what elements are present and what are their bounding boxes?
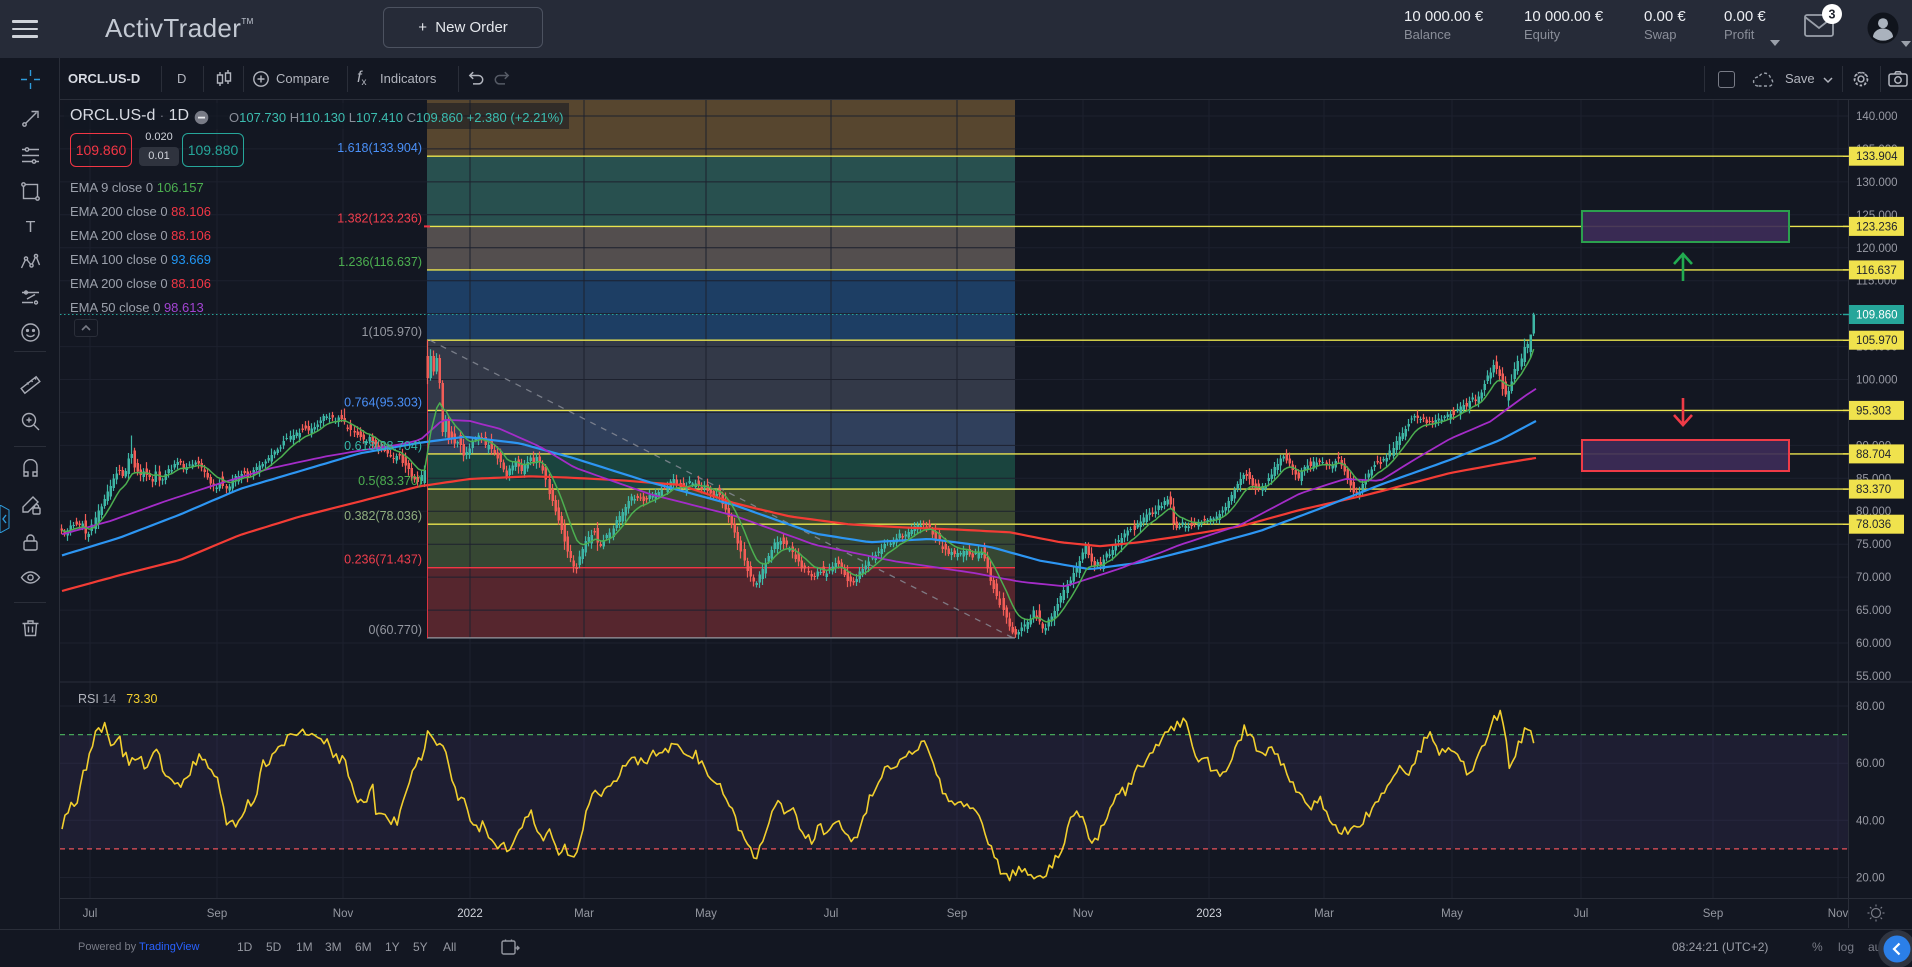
svg-text:60.000: 60.000 [1856,638,1891,650]
svg-text:Jul: Jul [1574,908,1589,920]
svg-text:65.000: 65.000 [1856,605,1891,617]
svg-text:105.970: 105.970 [1856,335,1898,347]
svg-text:1.618(133.904): 1.618(133.904) [337,141,422,155]
svg-text:2022: 2022 [457,908,483,920]
svg-text:20.00: 20.00 [1856,873,1885,885]
svg-text:May: May [695,908,717,920]
svg-text:55.000: 55.000 [1856,671,1891,683]
svg-text:140.000: 140.000 [1856,111,1898,123]
svg-text:95.303: 95.303 [1856,405,1891,417]
svg-text:Nov: Nov [1828,908,1849,920]
svg-text:40.00: 40.00 [1856,815,1885,827]
svg-text:60.00: 60.00 [1856,758,1885,770]
svg-text:Jul: Jul [824,908,839,920]
svg-text:130.000: 130.000 [1856,177,1898,189]
svg-text:3: 3 [1829,8,1836,22]
svg-text:120.000: 120.000 [1856,243,1898,255]
svg-text:78.036: 78.036 [1856,519,1891,531]
svg-text:88.704: 88.704 [1856,449,1892,461]
svg-text:80.00: 80.00 [1856,701,1885,713]
svg-text:Mar: Mar [1314,908,1334,920]
svg-text:May: May [1441,908,1463,920]
svg-text:0.764(95.303): 0.764(95.303) [344,395,422,409]
svg-text:0.5(83.370): 0.5(83.370) [358,474,422,488]
svg-text:Sep: Sep [1703,908,1723,920]
svg-text:1.236(116.637): 1.236(116.637) [338,255,422,269]
svg-text:123.236: 123.236 [1856,221,1898,233]
svg-text:75.000: 75.000 [1856,539,1891,551]
svg-text:0(60.770): 0(60.770) [368,623,422,637]
svg-text:100.000: 100.000 [1856,375,1898,387]
svg-text:Nov: Nov [1073,908,1094,920]
svg-text:T: T [26,219,36,236]
svg-text:Nov: Nov [333,908,354,920]
svg-text:1(105.970): 1(105.970) [362,325,422,339]
svg-text:2023: 2023 [1196,908,1222,920]
svg-text:70.000: 70.000 [1856,572,1891,584]
svg-text:0.382(78.036): 0.382(78.036) [344,509,422,523]
svg-text:Sep: Sep [207,908,227,920]
svg-text:1.382(123.236): 1.382(123.236) [337,211,422,225]
svg-text:Jul: Jul [83,908,98,920]
svg-text:83.370: 83.370 [1856,484,1891,496]
svg-text:0.618(88.704): 0.618(88.704) [344,439,422,453]
svg-text:0.236(71.437): 0.236(71.437) [344,553,422,567]
svg-text:Mar: Mar [574,908,594,920]
svg-text:109.860: 109.860 [1856,310,1898,322]
svg-text:Sep: Sep [947,908,967,920]
svg-text:133.904: 133.904 [1856,151,1898,163]
svg-text:116.637: 116.637 [1856,265,1897,277]
svg-text:RSI 1473.30: RSI 1473.30 [78,692,158,706]
